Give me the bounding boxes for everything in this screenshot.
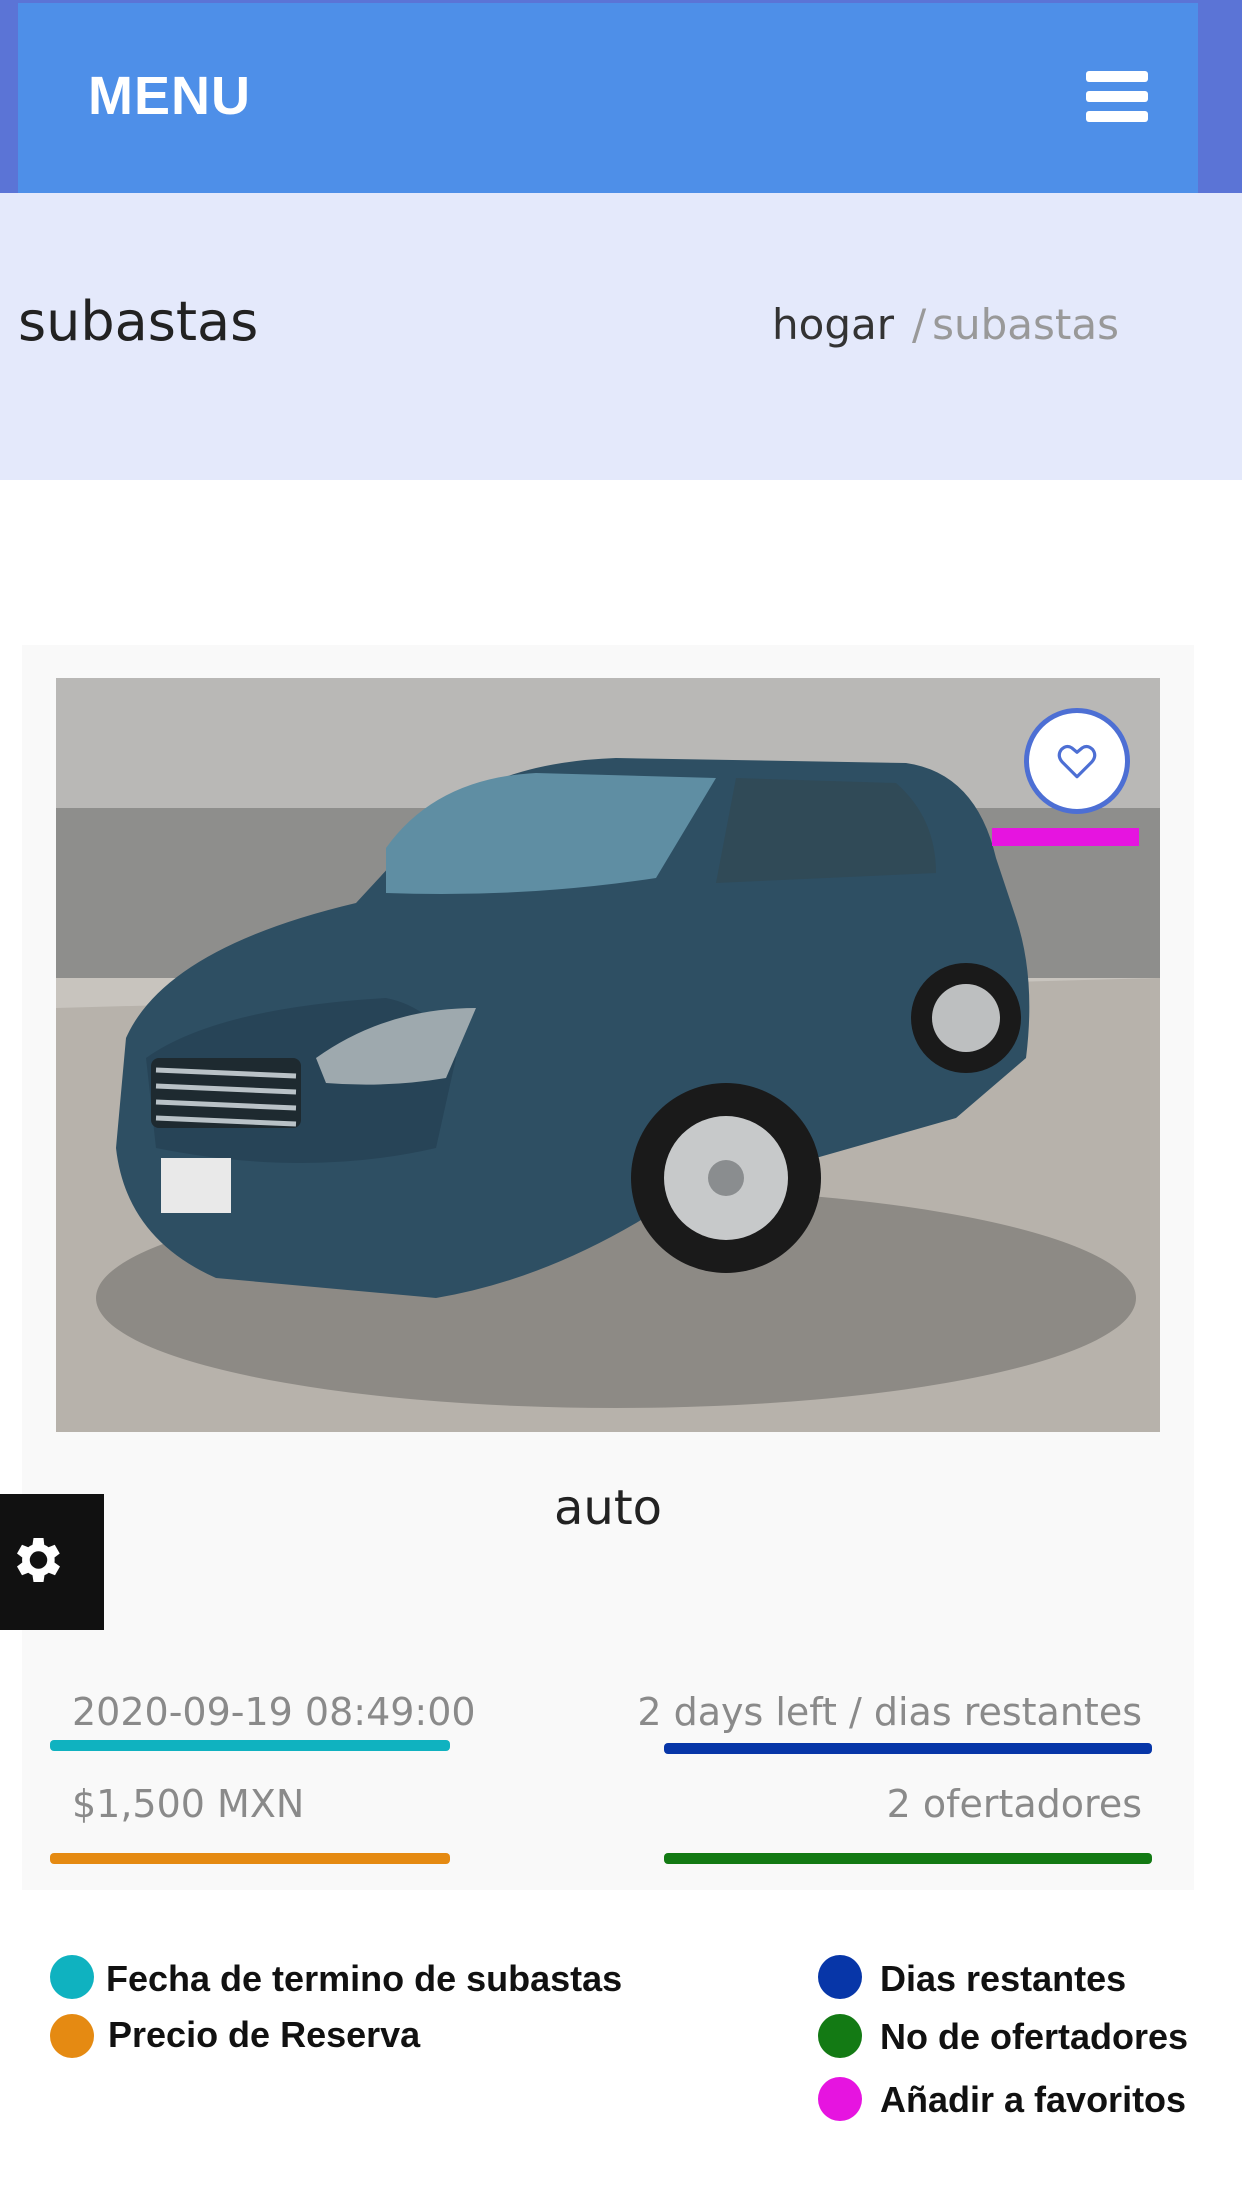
legend-dot-favorites <box>818 2077 862 2121</box>
auction-end-date: 2020-09-19 08:49:00 <box>72 1690 476 1734</box>
end-date-underline <box>50 1740 450 1751</box>
legend-favorites: Añadir a favoritos <box>880 2079 1187 2120</box>
auction-days-left: 2 days left / dias restantes <box>637 1690 1142 1734</box>
legend-bidders: No de ofertadores <box>880 2016 1189 2057</box>
legend-dot-reserve-price <box>50 2014 94 2058</box>
reserve-price-underline <box>50 1853 450 1864</box>
breadcrumb-home-link[interactable]: hogar <box>772 300 894 349</box>
legend-end-date: Fecha de termino de subastas <box>106 1958 623 1999</box>
favorite-marker <box>992 828 1139 846</box>
favorite-button[interactable] <box>1024 708 1130 814</box>
gear-icon <box>17 1538 60 1582</box>
navbar: MENU <box>0 0 1242 193</box>
navbar-inner: MENU <box>18 3 1198 193</box>
bidders-count: 2 ofertadores <box>886 1782 1142 1826</box>
bidders-underline <box>664 1853 1152 1864</box>
legend-dot-bidders <box>818 2014 862 2058</box>
breadcrumb: hogar / subastas <box>772 300 1119 349</box>
page-title: subastas <box>18 290 259 353</box>
days-left-underline <box>664 1743 1152 1754</box>
hamburger-menu-icon[interactable] <box>1086 71 1148 123</box>
auction-car-image[interactable] <box>56 678 1160 1432</box>
legend-reserve-price: Precio de Reserva <box>108 2014 421 2055</box>
breadcrumb-current: subastas <box>932 300 1120 349</box>
settings-button[interactable] <box>0 1494 104 1630</box>
heart-icon <box>1057 744 1097 779</box>
menu-label[interactable]: MENU <box>88 65 251 127</box>
legend-dot-end-date <box>50 1955 94 1999</box>
reserve-price: $1,500 MXN <box>72 1782 305 1826</box>
breadcrumb-separator: / <box>911 300 927 349</box>
legend-days-left: Dias restantes <box>880 1958 1127 1999</box>
page: MENU subastas hogar / subastas auto 2020… <box>0 0 1242 2208</box>
legend-dot-days-left <box>818 1955 862 1999</box>
auction-title[interactable]: auto <box>0 1480 1216 1536</box>
